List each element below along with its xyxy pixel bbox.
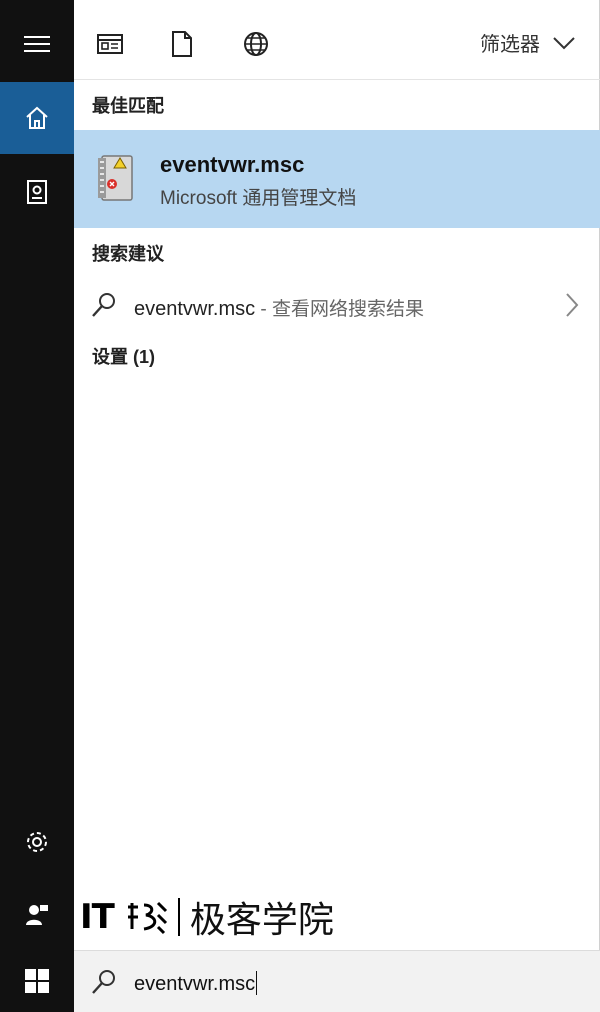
web-filter-button[interactable] [238, 26, 274, 62]
search-panel: 筛选器 最佳匹配 eventvwr.msc Microsoft 通用管理文档 搜… [74, 0, 600, 1012]
best-match-heading: 最佳匹配 [92, 96, 164, 116]
watermark-emblem-icon [127, 901, 167, 935]
watermark-brand-cn: 极客学院 [189, 900, 334, 941]
watermark-logo: IT 极客学院 [80, 892, 334, 942]
apps-filter-icon [97, 34, 123, 54]
chevron-down-icon [553, 36, 575, 49]
menu-button[interactable] [0, 8, 74, 80]
watermark-brand-it: IT [80, 897, 115, 937]
documents-filter-button[interactable] [164, 26, 200, 62]
notebook-button[interactable] [0, 156, 74, 228]
home-icon [26, 106, 48, 129]
start-button[interactable] [0, 950, 74, 1012]
left-rail [0, 0, 74, 1012]
suggestion-query: eventvwr.msc [134, 298, 256, 320]
search-input[interactable]: eventvwr.msc [134, 973, 255, 995]
filter-dropdown[interactable]: 筛选器 [480, 28, 576, 57]
watermark-separator [177, 898, 180, 936]
feedback-button[interactable] [0, 878, 74, 950]
settings-button[interactable] [0, 806, 74, 878]
web-filter-icon [244, 32, 268, 56]
hamburger-menu-icon [24, 36, 50, 52]
feedback-icon [26, 905, 48, 925]
suggestions-heading: 搜索建议 [92, 244, 164, 264]
settings-heading: 设置 (1) [92, 347, 155, 367]
best-match-result[interactable]: eventvwr.msc Microsoft 通用管理文档 [74, 130, 600, 228]
best-match-title: eventvwr.msc [160, 152, 305, 177]
search-icon [92, 970, 115, 994]
best-match-subtitle: Microsoft 通用管理文档 [160, 188, 357, 209]
filter-toolbar: 筛选器 [74, 0, 600, 80]
home-button[interactable] [0, 82, 74, 154]
search-box[interactable]: eventvwr.msc [74, 950, 600, 1012]
filter-label: 筛选器 [480, 34, 540, 56]
documents-filter-icon [172, 31, 192, 57]
search-suggestion-item[interactable]: eventvwr.msc - 查看网络搜索结果 [74, 280, 600, 332]
suggestion-description: - 查看网络搜索结果 [255, 299, 425, 320]
settings-icon [27, 832, 47, 852]
event-viewer-icon [98, 155, 133, 201]
search-icon [92, 293, 115, 317]
notebook-icon [27, 180, 47, 204]
apps-filter-button[interactable] [92, 26, 128, 62]
windows-start-icon [25, 969, 49, 993]
text-caret [256, 971, 258, 995]
chevron-right-icon [566, 293, 579, 317]
